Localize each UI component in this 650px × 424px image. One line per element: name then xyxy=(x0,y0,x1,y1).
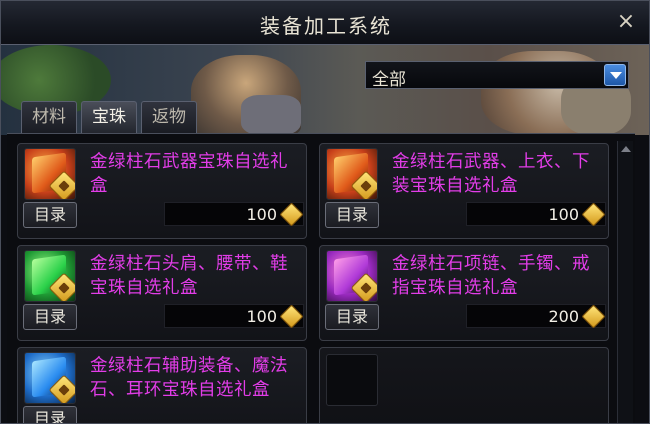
currency-coin-icon xyxy=(581,304,606,329)
item-price: 100 xyxy=(246,307,277,326)
catalog-button[interactable]: 目录 xyxy=(325,304,379,330)
gem-box-orange-icon[interactable] xyxy=(24,148,76,200)
catalog-button[interactable]: 目录 xyxy=(325,202,379,228)
gem-box-blue-icon[interactable] xyxy=(24,352,76,404)
gem-box-purple-icon[interactable] xyxy=(326,250,378,302)
price-display: 100 xyxy=(164,202,304,227)
close-button[interactable]: × xyxy=(613,9,639,35)
equipment-processing-window: 装备加工系统 × 全部 材料 宝珠 返物 金绿柱石武器宝珠自选礼盒 目录 100 xyxy=(0,0,650,424)
category-filter-dropdown[interactable]: 全部 xyxy=(365,61,629,90)
item-price: 100 xyxy=(548,205,579,224)
item-card[interactable]: 金绿柱石头肩、腰带、鞋宝珠自选礼盒 目录 100 xyxy=(17,245,307,341)
empty-item-slot xyxy=(326,354,378,406)
gem-box-green-icon[interactable] xyxy=(24,250,76,302)
window-title: 装备加工系统 xyxy=(260,14,392,38)
item-name: 金绿柱石项链、手镯、戒指宝珠自选礼盒 xyxy=(392,254,590,298)
price-display: 200 xyxy=(466,304,606,329)
empty-item-card xyxy=(319,347,609,423)
item-name: 金绿柱石武器宝珠自选礼盒 xyxy=(90,152,288,196)
catalog-button[interactable]: 目录 xyxy=(23,304,77,330)
gem-box-orange-icon[interactable] xyxy=(326,148,378,200)
dropdown-selected-value: 全部 xyxy=(372,70,406,90)
currency-coin-icon xyxy=(581,202,606,227)
category-tabs: 材料 宝珠 返物 xyxy=(21,101,197,133)
currency-coin-icon xyxy=(279,304,304,329)
item-name: 金绿柱石武器、上衣、下装宝珠自选礼盒 xyxy=(392,152,590,196)
item-price: 100 xyxy=(246,205,277,224)
item-card[interactable]: 金绿柱石辅助装备、魔法石、耳环宝珠自选礼盒 目录 xyxy=(17,347,307,423)
tab-materials[interactable]: 材料 xyxy=(21,101,77,133)
item-card[interactable]: 金绿柱石武器宝珠自选礼盒 目录 100 xyxy=(17,143,307,239)
item-price: 200 xyxy=(548,307,579,326)
catalog-button[interactable]: 目录 xyxy=(23,406,77,423)
item-list-scrollbar[interactable] xyxy=(617,141,633,423)
character-decoration-left-detail xyxy=(241,95,301,135)
item-card[interactable]: 金绿柱石项链、手镯、戒指宝珠自选礼盒 目录 200 xyxy=(319,245,609,341)
catalog-button[interactable]: 目录 xyxy=(23,202,77,228)
scroll-up-arrow-icon[interactable] xyxy=(620,143,632,155)
tab-returns[interactable]: 返物 xyxy=(141,101,197,133)
tab-gems[interactable]: 宝珠 xyxy=(81,101,137,133)
currency-coin-icon xyxy=(279,202,304,227)
price-display: 100 xyxy=(466,202,606,227)
item-name: 金绿柱石头肩、腰带、鞋宝珠自选礼盒 xyxy=(90,254,288,298)
item-name: 金绿柱石辅助装备、魔法石、耳环宝珠自选礼盒 xyxy=(90,356,288,400)
price-display: 100 xyxy=(164,304,304,329)
chevron-down-icon[interactable] xyxy=(604,64,626,86)
item-card[interactable]: 金绿柱石武器、上衣、下装宝珠自选礼盒 目录 100 xyxy=(319,143,609,239)
title-bar[interactable]: 装备加工系统 × xyxy=(1,1,649,45)
